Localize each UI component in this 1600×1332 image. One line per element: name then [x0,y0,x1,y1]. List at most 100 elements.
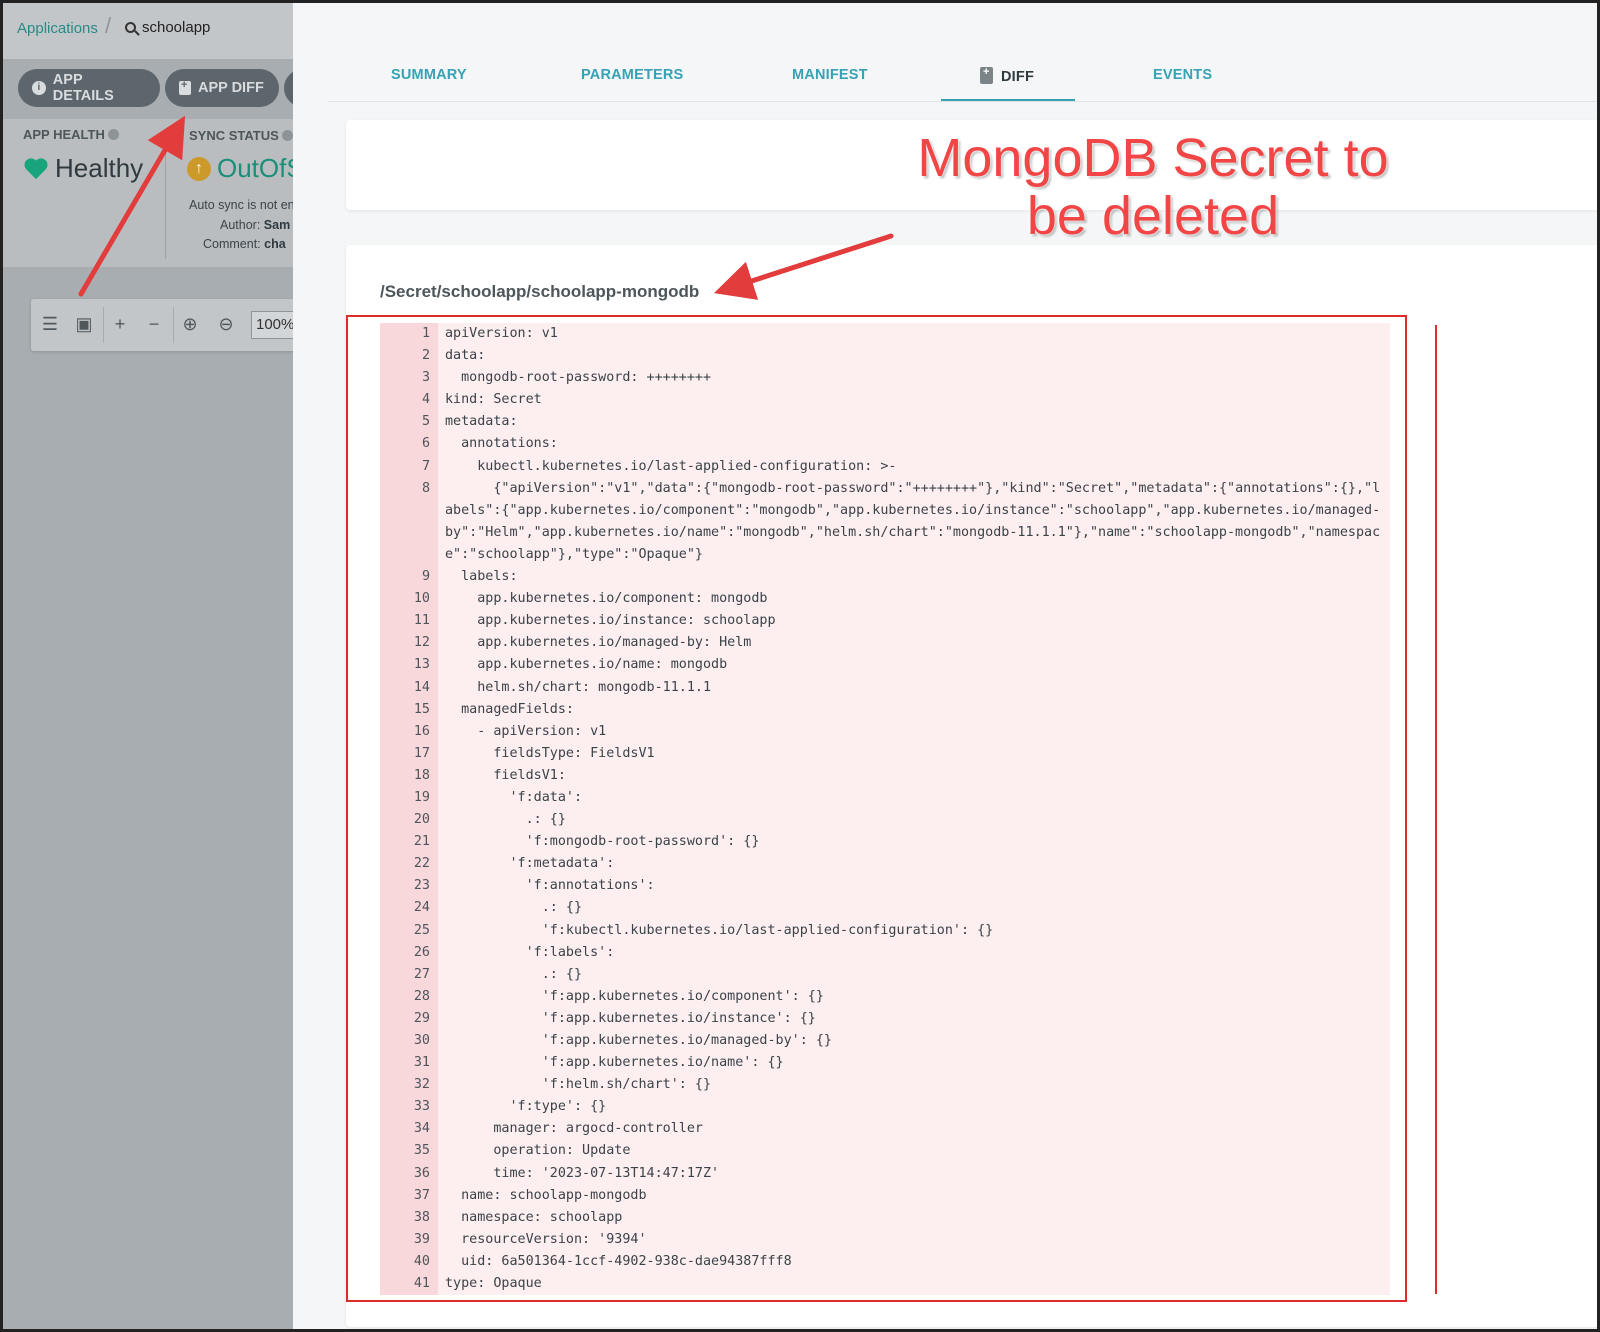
line-number: 25 [413,922,430,938]
line-numbers: 12345678 9 10 11 12 13 14 15 16 17 18 19 20 21 22 23 24… [380,323,430,1295]
info-icon: i [32,81,46,95]
breadcrumb-separator: / [105,13,112,38]
diff-line: 'f:metadata': [445,856,615,872]
line-number: 30 [413,1033,430,1048]
annotation-callout: MongoDB Secret to be deleted [908,129,1398,245]
more-actions-button[interactable] [284,69,293,107]
diff-line: 'f:kubectl.kubernetes.io/last-applied-co… [445,922,994,938]
line-number: 40 [413,1253,430,1269]
line-number: 10 [413,591,430,607]
line-number: 37 [413,1187,430,1203]
sync-status-heading: SYNC STATUS [189,128,293,143]
annotation-line: be deleted [1026,186,1280,246]
line-number: 2 [421,348,430,364]
diff-line: 'f:app.kubernetes.io/instance': {} [445,1010,816,1026]
diff-line: operation: Update [445,1143,631,1159]
line-number: 3 [421,370,430,386]
app-diff-label: APP DIFF [198,80,264,96]
tab-summary[interactable]: SUMMARY [391,67,467,83]
breadcrumb-applications-link[interactable]: Applications [17,20,98,37]
comment-value: cha [264,237,286,251]
diff-line: apiVersion: v1 [445,326,558,341]
expand-icon[interactable]: + [107,311,133,337]
diff-line: 'f:labels': [445,944,615,960]
zoom-in-icon[interactable]: ⊕ [177,311,203,337]
diff-line: 'f:app.kubernetes.io/name': {} [445,1055,784,1071]
line-number: 18 [413,767,430,783]
heart-icon [23,157,49,181]
line-number: 14 [413,679,430,695]
diff-line: 'f:helm.sh/chart': {} [445,1077,712,1093]
diff-line: name: schoolapp-mongodb [445,1187,647,1203]
help-icon[interactable] [107,129,119,140]
diff-line: app.kubernetes.io/instance: schoolapp [445,613,776,629]
diff-line: {"apiVersion":"v1","data":{"mongodb-root… [445,480,1381,562]
diff-line: kind: Secret [445,392,542,408]
graph-toolbar: ☰ ▣ + − ⊕ ⊖ 100% [31,299,293,351]
diff-line: 'f:type': {} [445,1099,607,1115]
diff-line: managedFields: [445,701,574,717]
diff-line: .: {} [445,900,583,916]
diff-line: type: Opaque [445,1276,542,1292]
zoom-out-icon[interactable]: ⊖ [213,311,239,337]
line-number: 13 [413,657,430,673]
tab-events[interactable]: EVENTS [1153,67,1212,83]
diff-line: - apiVersion: v1 [445,723,607,739]
diff-line: data: [445,348,486,364]
line-number: 9 [421,569,430,585]
app-diff-button[interactable]: APP DIFF [165,69,279,107]
line-number: 31 [413,1055,430,1071]
comment-row: Comment: cha [203,237,286,251]
line-number: 38 [413,1209,430,1225]
app-details-label: APP DETAILS [52,72,114,104]
line-number: 29 [413,1010,430,1026]
app-details-button[interactable]: i APP DETAILS [18,69,160,107]
diff-code: apiVersion: v1 data: mongodb-root-passwor… [445,323,1385,1295]
diff-line: mongodb-root-password: ++++++++ [445,370,712,386]
fit-view-icon[interactable]: ▣ [71,311,97,337]
line-number: 34 [413,1121,430,1137]
app-health-status: Healthy [23,153,143,184]
line-number: 7 [421,458,430,474]
app-health-value: Healthy [55,153,144,183]
help-icon[interactable] [281,130,293,141]
diff-line: time: '2023-07-13T14:47:17Z' [445,1165,720,1181]
diff-line: app.kubernetes.io/managed-by: Helm [445,635,752,651]
author-value: Sam [263,218,291,232]
line-number: 33 [413,1099,430,1115]
diff-line: kubectl.kubernetes.io/last-applied-confi… [445,458,897,474]
line-number: 8 [421,480,430,496]
line-number: 28 [413,988,430,1004]
line-number: 39 [413,1231,430,1247]
line-number: 4 [421,392,430,408]
line-number: 12 [413,635,430,651]
tab-parameters[interactable]: PARAMETERS [581,67,683,83]
tab-manifest[interactable]: MANIFEST [792,67,868,83]
diff-line: labels: [445,569,518,585]
line-number: 11 [413,613,430,629]
status-divider [165,131,166,259]
diff-line: resourceVersion: '9394' [445,1231,647,1247]
toolbar-divider [103,307,104,343]
zoom-level-input[interactable]: 100% [251,311,293,339]
sync-status: ↑ OutOfS [187,153,293,184]
diff-line: app.kubernetes.io/component: mongodb [445,591,768,607]
tabs-divider [328,101,1597,102]
line-number: 22 [413,856,430,872]
diff-line: manager: argocd-controller [445,1121,703,1137]
tab-diff[interactable]: DIFF [980,66,1034,85]
diff-line: helm.sh/chart: mongodb-11.1.1 [445,679,712,695]
line-number: 41 [413,1276,430,1292]
screenshot-frame: Applications / schoolapp i APP DETAILS A… [0,0,1600,1332]
diff-line: .: {} [445,812,566,828]
diff-line: 'f:app.kubernetes.io/component': {} [445,988,824,1004]
file-diff-icon [980,66,993,84]
diff-line: 'f:app.kubernetes.io/managed-by': {} [445,1033,832,1048]
list-view-icon[interactable]: ☰ [37,311,63,337]
author-row: Author: Sam [220,218,291,232]
line-number: 15 [413,701,430,717]
app-search[interactable]: schoolapp [125,19,210,36]
line-number: 23 [413,878,430,894]
collapse-icon[interactable]: − [141,311,167,337]
line-number: 19 [413,789,430,805]
